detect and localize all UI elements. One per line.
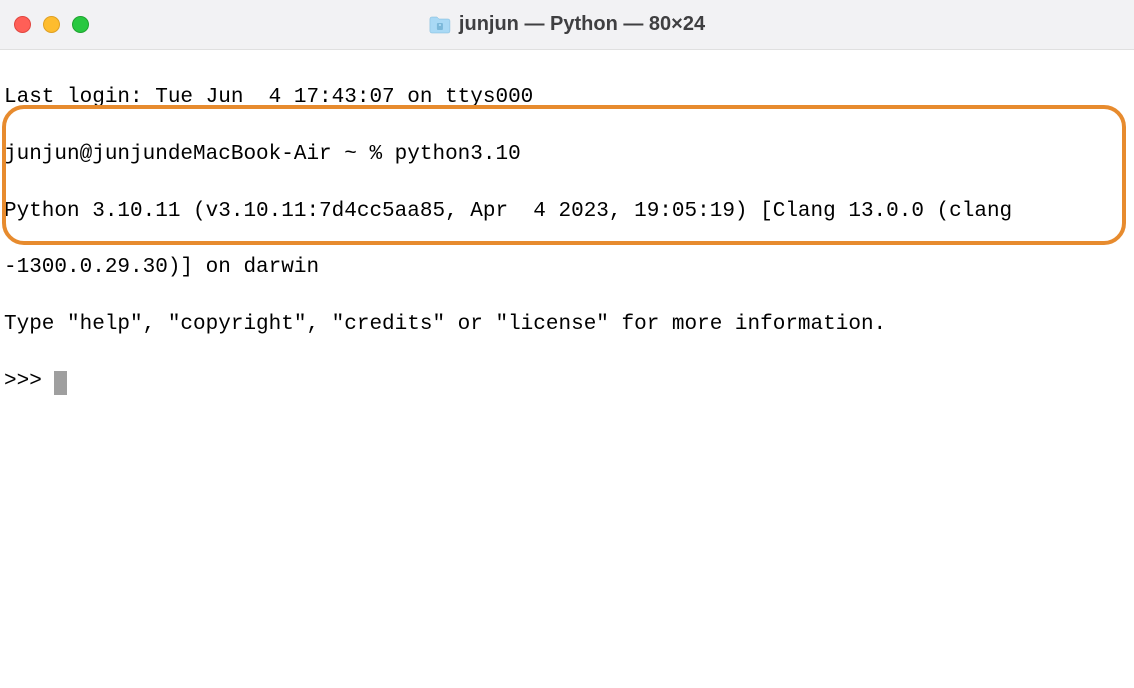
cursor-icon — [54, 371, 67, 395]
terminal-line: Type "help", "copyright", "credits" or "… — [4, 311, 1130, 339]
maximize-button[interactable] — [72, 16, 89, 33]
minimize-button[interactable] — [43, 16, 60, 33]
window-title-container: junjun — Python — 80×24 — [429, 13, 705, 36]
terminal-prompt-line: >>> — [4, 368, 1130, 396]
close-button[interactable] — [14, 16, 31, 33]
terminal-content[interactable]: Last login: Tue Jun 4 17:43:07 on ttys00… — [0, 50, 1134, 459]
terminal-line: junjun@junjundeMacBook-Air ~ % python3.1… — [4, 141, 1130, 169]
terminal-line: -1300.0.29.30)] on darwin — [4, 254, 1130, 282]
terminal-line: Last login: Tue Jun 4 17:43:07 on ttys00… — [4, 84, 1130, 112]
python-prompt: >>> — [4, 370, 54, 393]
traffic-lights — [14, 16, 89, 33]
folder-icon — [429, 16, 451, 34]
window-titlebar: junjun — Python — 80×24 — [0, 0, 1134, 50]
window-title: junjun — Python — 80×24 — [459, 13, 705, 36]
terminal-line: Python 3.10.11 (v3.10.11:7d4cc5aa85, Apr… — [4, 198, 1130, 226]
